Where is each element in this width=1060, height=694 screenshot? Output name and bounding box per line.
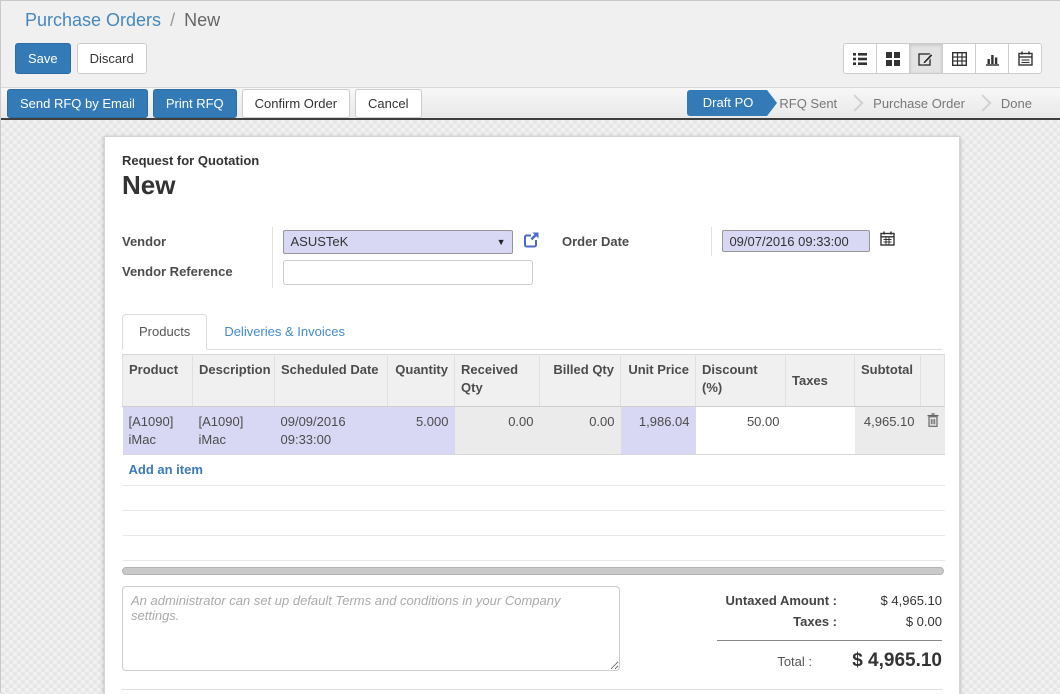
vendor-select[interactable]: ASUSTeK ▼ [283, 230, 513, 254]
col-header-subtotal: Subtotal [855, 355, 921, 407]
taxes-total-label: Taxes : [793, 614, 837, 629]
vendor-reference-label: Vendor Reference [122, 257, 272, 288]
sheet-bottom-divider [122, 689, 942, 690]
cell-taxes[interactable] [786, 407, 855, 455]
cell-unit-price[interactable]: 1,986.04 [621, 407, 696, 455]
form-sheet: Request for Quotation New Vendor ASUSTeK… [104, 136, 960, 694]
calendar-icon [880, 231, 895, 246]
order-line-row: [A1090] iMac [A1090] iMac 09/09/2016 09:… [123, 407, 945, 455]
purchase-order-form-view: Purchase Orders / New Save Discard [0, 0, 1060, 693]
breadcrumb: Purchase Orders / New [15, 10, 1046, 31]
table-horizontal-scrollbar[interactable] [122, 567, 944, 575]
send-rfq-by-email-button[interactable]: Send RFQ by Email [7, 89, 148, 118]
confirm-order-button[interactable]: Confirm Order [242, 89, 350, 118]
calendar-view-button[interactable] [1008, 43, 1042, 74]
empty-row [123, 510, 945, 535]
tab-products[interactable]: Products [122, 314, 207, 350]
footer-section: Untaxed Amount : $ 4,965.10 Taxes : $ 0.… [122, 586, 942, 675]
order-date-picker-button[interactable] [880, 231, 895, 251]
cancel-button[interactable]: Cancel [355, 89, 421, 118]
page-title: New [122, 170, 942, 201]
taxes-total-value: $ 0.00 [837, 614, 942, 629]
form-view-button[interactable] [909, 43, 943, 74]
col-header-description: Description [193, 355, 275, 407]
add-an-item-link[interactable]: Add an item [129, 462, 203, 477]
bar-chart-icon [985, 52, 1000, 66]
status-step-purchase-order[interactable]: Purchase Order [861, 96, 977, 111]
field-section: Vendor ASUSTeK ▼ [122, 227, 942, 288]
status-bar: Send RFQ by Email Print RFQ Confirm Orde… [1, 87, 1060, 120]
empty-row [123, 485, 945, 510]
col-header-received-qty: Received Qty [455, 355, 540, 407]
terms-and-conditions-textarea[interactable] [122, 586, 620, 671]
total-value: $ 4,965.10 [812, 650, 942, 672]
col-header-taxes: Taxes [786, 355, 855, 407]
tab-deliveries-invoices[interactable]: Deliveries & Invoices [207, 314, 362, 349]
graph-view-button[interactable] [975, 43, 1009, 74]
pivot-table-icon [952, 52, 967, 66]
delete-line-button[interactable] [921, 407, 945, 455]
breadcrumb-purchase-orders[interactable]: Purchase Orders [25, 10, 161, 30]
notebook-tabs: Products Deliveries & Invoices [122, 314, 942, 350]
kanban-icon [886, 52, 900, 66]
cell-quantity[interactable]: 5.000 [388, 407, 455, 455]
status-pipeline: Draft PO RFQ Sent Purchase Order Done [687, 90, 1044, 116]
status-step-rfq-sent[interactable]: RFQ Sent [767, 96, 849, 111]
col-header-billed-qty: Billed Qty [540, 355, 621, 407]
cell-discount[interactable]: 50.00 [696, 407, 786, 455]
discard-button[interactable]: Discard [77, 43, 147, 74]
cell-product[interactable]: [A1090] iMac [123, 407, 193, 455]
breadcrumb-separator: / [166, 10, 179, 30]
save-button[interactable]: Save [15, 43, 71, 74]
pivot-view-button[interactable] [942, 43, 976, 74]
order-date-label: Order Date [562, 227, 712, 256]
cell-scheduled-date[interactable]: 09/09/2016 09:33:00 [275, 407, 388, 455]
form-edit-icon [918, 51, 934, 66]
view-switcher [843, 43, 1042, 74]
totals-block: Untaxed Amount : $ 4,965.10 Taxes : $ 0.… [657, 586, 942, 675]
col-header-discount: Discount (%) [696, 355, 786, 407]
cell-description[interactable]: [A1090] iMac [193, 407, 275, 455]
form-background: Request for Quotation New Vendor ASUSTeK… [1, 120, 1060, 694]
col-header-actions [921, 355, 945, 407]
trash-icon [927, 413, 939, 427]
field-group-left: Vendor ASUSTeK ▼ [122, 227, 540, 288]
untaxed-amount-label: Untaxed Amount : [726, 593, 837, 608]
empty-row [123, 535, 945, 560]
field-group-right: Order Date [562, 227, 895, 256]
toolbar: Save Discard [15, 43, 1046, 74]
totals-divider [717, 640, 942, 641]
vendor-label: Vendor [122, 227, 272, 257]
document-type-label: Request for Quotation [122, 153, 942, 168]
breadcrumb-current: New [184, 10, 220, 30]
col-header-quantity: Quantity [388, 355, 455, 407]
total-label: Total : [777, 654, 812, 669]
cell-subtotal: 4,965.10 [855, 407, 921, 455]
cell-billed-qty: 0.00 [540, 407, 621, 455]
table-header-row: Product Description Scheduled Date Quant… [123, 355, 945, 407]
vendor-reference-input[interactable] [283, 260, 533, 285]
open-vendor-record-button[interactable] [523, 231, 540, 253]
untaxed-amount-value: $ 4,965.10 [837, 593, 942, 608]
add-item-row: Add an item [123, 455, 945, 486]
calendar-icon [1018, 51, 1033, 66]
order-date-input[interactable] [722, 230, 870, 252]
col-header-scheduled-date: Scheduled Date [275, 355, 388, 407]
kanban-view-button[interactable] [876, 43, 910, 74]
dropdown-caret-icon: ▼ [497, 231, 506, 253]
cell-received-qty: 0.00 [455, 407, 540, 455]
print-rfq-button[interactable]: Print RFQ [153, 89, 237, 118]
col-header-unit-price: Unit Price [621, 355, 696, 407]
status-step-draft-po[interactable]: Draft PO [687, 90, 768, 116]
status-step-done[interactable]: Done [989, 96, 1044, 111]
vendor-select-value: ASUSTeK [291, 234, 349, 249]
order-lines-table: Product Description Scheduled Date Quant… [122, 354, 945, 561]
list-view-button[interactable] [843, 43, 877, 74]
list-icon [852, 52, 868, 66]
col-header-product: Product [123, 355, 193, 407]
external-link-icon [523, 231, 540, 248]
top-bar: Purchase Orders / New Save Discard [1, 1, 1060, 87]
